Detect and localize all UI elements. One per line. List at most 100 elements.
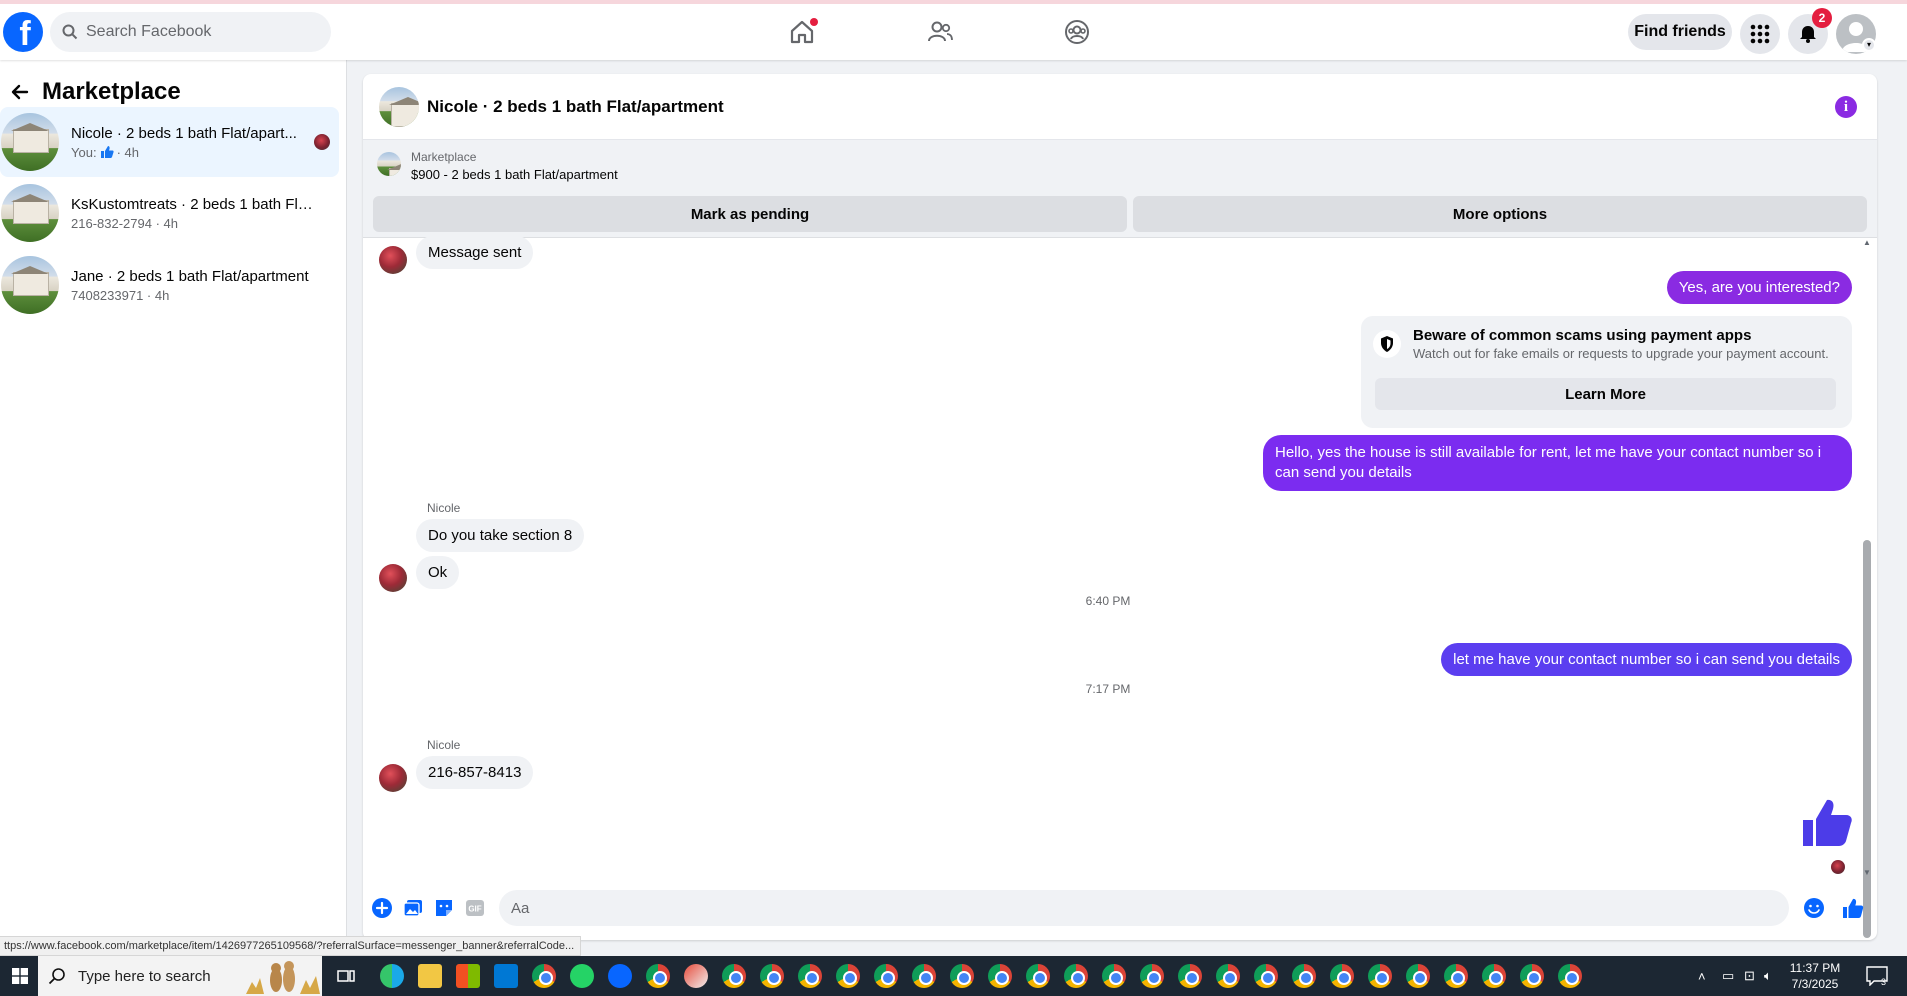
conversation-snippet: You: · 4h: [71, 144, 139, 160]
chat-panel: Nicole · 2 beds 1 bath Flat/apartment i …: [363, 74, 1877, 940]
clock-date: 7/3/2025: [1791, 977, 1839, 991]
message-bubble-outgoing[interactable]: let me have your contact number so i can…: [1441, 643, 1852, 676]
banner-listing-title[interactable]: $900 - 2 beds 1 bath Flat/apartment: [411, 167, 618, 182]
chrome-icon[interactable]: [532, 964, 556, 988]
chrome-profile-icon[interactable]: [1292, 964, 1316, 988]
task-view-icon[interactable]: [334, 964, 358, 988]
sticker-icon[interactable]: [433, 897, 455, 919]
emoji-icon[interactable]: [1803, 897, 1825, 919]
groups-nav-icon[interactable]: [1061, 16, 1093, 48]
arrow-left-icon: [11, 84, 29, 100]
thumbs-up-icon[interactable]: [1842, 897, 1864, 919]
tray-overflow-chevron-icon[interactable]: ˄: [1698, 956, 1706, 996]
chrome-profile-icon[interactable]: [1064, 964, 1088, 988]
message-bubble-outgoing[interactable]: Yes, are you interested?: [1666, 271, 1852, 304]
back-button[interactable]: [2, 74, 38, 110]
chat-title[interactable]: Nicole · 2 beds 1 bath Flat/apartment: [427, 97, 724, 117]
chrome-profile-icon[interactable]: [988, 964, 1012, 988]
chrome-profile-icon[interactable]: [1406, 964, 1430, 988]
banner-label: Marketplace: [411, 150, 477, 164]
listing-thumbnail: [1, 184, 59, 242]
chrome-profile-icon[interactable]: [798, 964, 822, 988]
search-box[interactable]: [50, 12, 331, 52]
chrome-profile-icon[interactable]: [1444, 964, 1468, 988]
taskbar-clock[interactable]: 11:37 PM 7/3/2025: [1770, 960, 1860, 992]
chrome-profile-icon[interactable]: [1216, 964, 1240, 988]
edge-browser-icon[interactable]: [380, 964, 404, 988]
mail-icon[interactable]: [494, 964, 518, 988]
chrome-profile-icon[interactable]: [722, 964, 746, 988]
mark-as-pending-button[interactable]: Mark as pending: [373, 196, 1127, 232]
facebook-logo-icon[interactable]: f: [3, 12, 43, 52]
chrome-profile-icon[interactable]: [1140, 964, 1164, 988]
photo-icon[interactable]: [402, 897, 424, 919]
find-friends-button[interactable]: Find friends: [1628, 14, 1732, 50]
contact-avatar: [379, 246, 407, 274]
message-bubble-incoming[interactable]: 216-857-8413: [416, 756, 534, 789]
message-bubble-incoming[interactable]: Ok: [416, 556, 460, 589]
gif-icon[interactable]: GIF: [464, 897, 486, 919]
conversation-snippet: 7408233971 · 4h: [71, 287, 170, 303]
chrome-profile-icon[interactable]: [1368, 964, 1392, 988]
chrome-profile-icon[interactable]: [1482, 964, 1506, 988]
sender-name: Nicole: [427, 501, 461, 515]
facebook-app-icon[interactable]: [608, 964, 632, 988]
learn-more-button[interactable]: Learn More: [1375, 378, 1836, 410]
chrome-profile-icon[interactable]: [760, 964, 784, 988]
conversation-snippet: 216-832-2794 · 4h: [71, 215, 178, 231]
conversation-item-jane[interactable]: Jane · 2 beds 1 bath Flat/apartment 7408…: [0, 250, 339, 320]
scroll-down-arrow[interactable]: ▼: [1863, 868, 1871, 877]
chrome-profile-icon[interactable]: [646, 964, 670, 988]
windows-start-icon[interactable]: [0, 956, 40, 996]
more-options-button[interactable]: More options: [1133, 196, 1867, 232]
conversation-item-kskustomtreats[interactable]: KsKustomtreats · 2 beds 1 bath Fla... 21…: [0, 178, 339, 248]
chat-scrollbar-thumb[interactable]: [1863, 540, 1871, 938]
chrome-profile-icon[interactable]: [1254, 964, 1278, 988]
conversation-name: KsKustomtreats · 2 beds 1 bath Fla...: [71, 195, 317, 213]
chrome-profile-icon[interactable]: [836, 964, 860, 988]
timestamp-divider: 6:40 PM: [1085, 594, 1131, 608]
chrome-profile-icon[interactable]: [1026, 964, 1050, 988]
chrome-profile-icon[interactable]: [950, 964, 974, 988]
conversation-item-nicole[interactable]: Nicole · 2 beds 1 bath Flat/apart... You…: [0, 107, 339, 177]
chat-header: Nicole · 2 beds 1 bath Flat/apartment i: [363, 74, 1877, 140]
network-icon[interactable]: ⊡: [1744, 956, 1755, 996]
top-navigation-bar: f Find friends 2 ▾: [0, 0, 1907, 60]
conversation-name: Nicole · 2 beds 1 bath Flat/apart...: [71, 124, 297, 142]
home-nav-icon[interactable]: [786, 16, 818, 48]
microsoft-store-icon[interactable]: [456, 964, 480, 988]
menu-grid-button[interactable]: [1740, 14, 1780, 54]
tray-device-icon[interactable]: ▭: [1722, 956, 1734, 996]
plus-circle-icon[interactable]: [371, 897, 393, 919]
chrome-profile-icon[interactable]: [1102, 964, 1126, 988]
whatsapp-icon[interactable]: [570, 964, 594, 988]
chrome-profile-icon[interactable]: [1520, 964, 1544, 988]
taskbar-search-input[interactable]: [78, 967, 248, 985]
message-bubble-incoming[interactable]: Do you take section 8: [416, 519, 585, 552]
chevron-down-icon[interactable]: ▾: [1862, 38, 1876, 52]
message-input[interactable]: [499, 890, 1789, 926]
thumbs-up-sticker-icon[interactable]: [1801, 796, 1853, 848]
message-bubble-incoming[interactable]: Message sent: [416, 236, 534, 269]
info-icon[interactable]: i: [1835, 96, 1857, 118]
chrome-profile-icon[interactable]: [1330, 964, 1354, 988]
scroll-up-arrow[interactable]: ▲: [1863, 238, 1871, 247]
search-input[interactable]: [86, 23, 316, 41]
friends-nav-icon[interactable]: [924, 16, 956, 48]
chrome-profile-icon[interactable]: [874, 964, 898, 988]
chrome-profile-icon[interactable]: [912, 964, 936, 988]
file-explorer-icon[interactable]: [418, 964, 442, 988]
link-status-bar: ttps://www.facebook.com/marketplace/item…: [0, 936, 582, 956]
chat-listing-thumbnail[interactable]: [379, 86, 419, 127]
marketplace-sidebar: Marketplace Nicole · 2 beds 1 bath Flat/…: [0, 60, 347, 956]
message-composer: GIF: [363, 882, 1877, 932]
app-icon[interactable]: [684, 964, 708, 988]
action-center-icon[interactable]: 3: [1866, 966, 1888, 986]
chrome-profile-icon[interactable]: [1178, 964, 1202, 988]
timestamp-divider: 7:17 PM: [1085, 682, 1131, 696]
chrome-profile-icon[interactable]: [1558, 964, 1582, 988]
svg-text:3: 3: [1881, 977, 1886, 986]
bell-icon: [1800, 26, 1816, 43]
message-bubble-outgoing[interactable]: Hello, yes the house is still available …: [1263, 435, 1852, 491]
windows-taskbar: ˄ ▭ ⊡ 🔈︎ 11:37 PM 7/3/2025 3: [0, 956, 1907, 996]
